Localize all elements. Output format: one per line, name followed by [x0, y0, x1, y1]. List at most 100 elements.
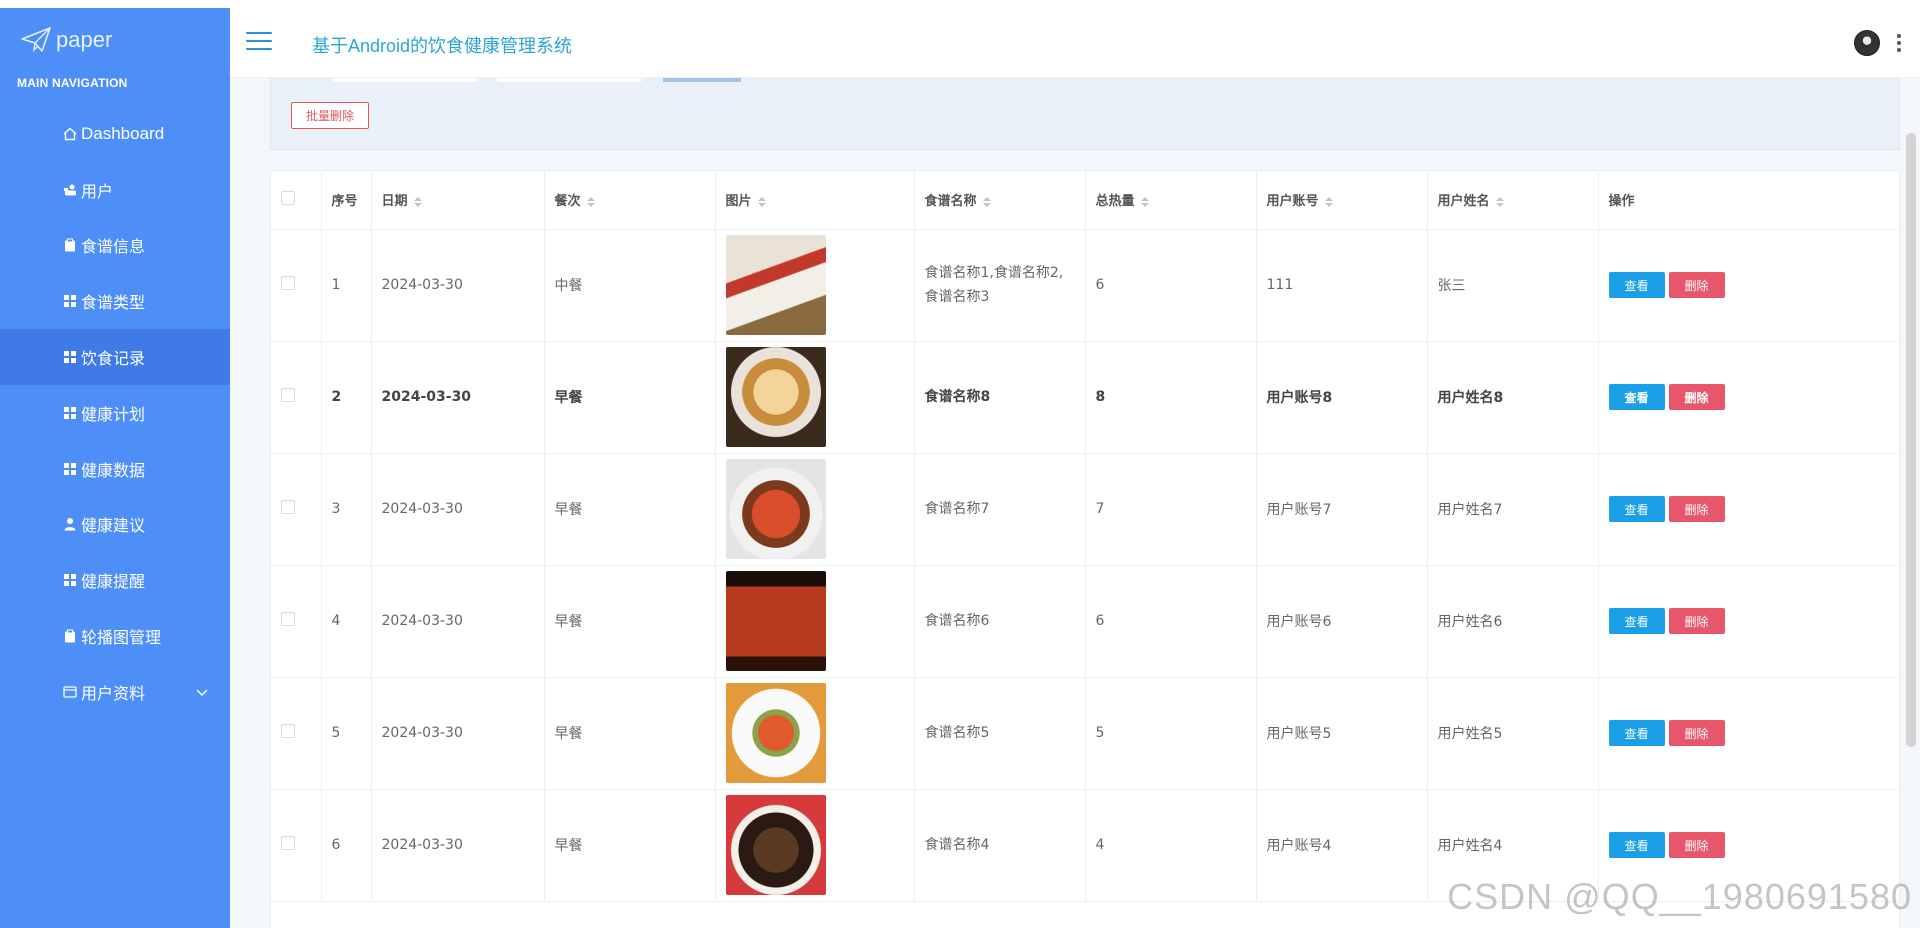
table-header-row: 序号 日期 餐次 图片 食谱名称 总热量 用户账号 用户姓名 操作: [271, 171, 1899, 230]
column-header: 操作: [1598, 171, 1899, 230]
sidebar-item-dashboard[interactable]: Dashboard: [0, 106, 230, 162]
table-row[interactable]: 3 2024-03-30 早餐 食谱名称7 7 用户账号7 用户姓名7 查看 删除: [271, 453, 1899, 566]
cell-date: 2024-03-30: [371, 565, 545, 678]
row-checkbox[interactable]: [281, 500, 295, 514]
cell-no: 5: [321, 677, 372, 790]
view-button[interactable]: 查看: [1608, 720, 1665, 746]
food-image[interactable]: [725, 571, 826, 671]
records-table: 序号 日期 餐次 图片 食谱名称 总热量 用户账号 用户姓名 操作 1 2024-…: [270, 170, 1900, 928]
cell-calories: 6: [1085, 565, 1257, 678]
delete-button[interactable]: 删除: [1668, 496, 1725, 522]
sidebar-item-label: 食谱类型: [81, 293, 146, 313]
food-image[interactable]: [725, 235, 826, 335]
cell-meal: 早餐: [544, 789, 716, 902]
select-all-checkbox[interactable]: [281, 190, 295, 205]
food-image[interactable]: [725, 683, 826, 783]
sidebar: paper MAIN NAVIGATION Dashboard 用户 食谱信息: [0, 8, 265, 928]
cell-user-name: 用户姓名6: [1427, 565, 1599, 678]
sidebar-item-label: 健康数据: [81, 460, 146, 480]
sidebar-item-health-advice[interactable]: 健康建议: [0, 497, 230, 553]
cell-no: 4: [321, 565, 372, 678]
sidebar-item-label: 健康计划: [81, 404, 146, 424]
grid-icon: [63, 573, 77, 587]
row-checkbox[interactable]: [281, 612, 295, 626]
grid-icon: [63, 350, 77, 364]
sidebar-item-users[interactable]: 用户: [0, 162, 230, 218]
search-panel: 批量删除: [270, 78, 1900, 150]
cell-recipe-name: 食谱名称7: [914, 453, 1086, 566]
top-bar: 基于Android的饮食健康管理系统: [230, 8, 1920, 78]
batch-delete-button[interactable]: 批量删除: [291, 102, 369, 129]
more-options-icon[interactable]: [1897, 34, 1903, 52]
delete-button[interactable]: 删除: [1668, 608, 1725, 634]
view-button[interactable]: 查看: [1608, 608, 1665, 634]
food-image[interactable]: [725, 459, 826, 559]
cell-account: 用户账号6: [1256, 565, 1428, 678]
avatar[interactable]: [1854, 30, 1880, 56]
sort-icon[interactable]: [1140, 196, 1149, 207]
delete-button[interactable]: 删除: [1668, 832, 1725, 858]
food-image[interactable]: [725, 795, 826, 895]
column-header[interactable]: 餐次: [544, 171, 716, 230]
row-checkbox[interactable]: [281, 836, 295, 850]
sidebar-item-recipe-type[interactable]: 食谱类型: [0, 273, 230, 329]
view-button[interactable]: 查看: [1608, 384, 1665, 410]
column-header[interactable]: 日期: [371, 171, 545, 230]
sidebar-item-label: 食谱信息: [81, 237, 146, 257]
cell-date: 2024-03-30: [371, 341, 545, 454]
column-header[interactable]: 食谱名称: [914, 171, 1086, 230]
sort-icon[interactable]: [757, 196, 766, 207]
table-row[interactable]: 2 2024-03-30 早餐 食谱名称8 8 用户账号8 用户姓名8 查看 删除: [271, 341, 1899, 454]
table-row[interactable]: 4 2024-03-30 早餐 食谱名称6 6 用户账号6 用户姓名6 查看 删除: [271, 565, 1899, 678]
sidebar-item-health-reminder[interactable]: 健康提醒: [0, 552, 230, 608]
sidebar-item-diet-record[interactable]: 饮食记录: [0, 329, 265, 385]
clipboard-icon: [63, 629, 77, 643]
users-icon: [63, 183, 77, 197]
view-button[interactable]: 查看: [1608, 832, 1665, 858]
app-logo[interactable]: paper: [20, 26, 112, 54]
search-field-stub[interactable]: [333, 78, 477, 82]
sort-icon[interactable]: [1324, 196, 1333, 207]
sort-icon[interactable]: [1495, 196, 1504, 207]
column-header[interactable]: 用户姓名: [1427, 171, 1599, 230]
table-row[interactable]: 5 2024-03-30 早餐 食谱名称5 5 用户账号5 用户姓名5 查看 删除: [271, 677, 1899, 790]
clipboard-icon: [63, 238, 77, 252]
cell-calories: 6: [1085, 229, 1257, 342]
logo-text: paper: [56, 27, 113, 52]
food-image[interactable]: [725, 347, 826, 447]
delete-button[interactable]: 删除: [1668, 384, 1725, 410]
cell-actions: 查看 删除: [1598, 341, 1899, 454]
sidebar-item-health-plan[interactable]: 健康计划: [0, 385, 230, 441]
search-button-stub[interactable]: [663, 78, 741, 82]
cell-account: 用户账号5: [1256, 677, 1428, 790]
sort-icon[interactable]: [982, 196, 991, 207]
menu-toggle-icon[interactable]: [246, 32, 272, 52]
sidebar-item-carousel[interactable]: 轮播图管理: [0, 608, 230, 664]
grid-icon: [63, 294, 77, 308]
sort-icon[interactable]: [586, 196, 595, 207]
chevron-down-icon[interactable]: [196, 686, 208, 698]
table-row[interactable]: 1 2024-03-30 中餐 食谱名称1,食谱名称2,食谱名称3 6 111 张三 查看 删除: [271, 229, 1899, 342]
column-header[interactable]: 总热量: [1085, 171, 1257, 230]
cell-actions: 查看 删除: [1598, 677, 1899, 790]
row-checkbox[interactable]: [281, 276, 295, 290]
grid-icon: [63, 406, 77, 420]
search-field-stub[interactable]: [497, 78, 641, 82]
row-checkbox[interactable]: [281, 388, 295, 402]
column-header[interactable]: 图片: [715, 171, 915, 230]
watermark: CSDN @QQ__1980691580: [1447, 876, 1912, 917]
sidebar-item-recipe-info[interactable]: 食谱信息: [0, 218, 230, 274]
sidebar-item-user-profile[interactable]: 用户资料: [0, 664, 230, 720]
delete-button[interactable]: 删除: [1668, 720, 1725, 746]
delete-button[interactable]: 删除: [1668, 272, 1725, 298]
paper-plane-icon: [21, 27, 51, 52]
sort-icon[interactable]: [413, 196, 422, 207]
column-header[interactable]: 用户账号: [1256, 171, 1428, 230]
row-checkbox[interactable]: [281, 724, 295, 738]
sidebar-item-health-data[interactable]: 健康数据: [0, 441, 230, 497]
view-button[interactable]: 查看: [1608, 272, 1665, 298]
view-button[interactable]: 查看: [1608, 496, 1665, 522]
sidebar-menu: Dashboard 用户 食谱信息 食谱类型 饮食记录 健康计划 健康数据 健康…: [0, 106, 265, 720]
cell-meal: 中餐: [544, 229, 716, 342]
scrollbar[interactable]: [1906, 133, 1916, 747]
